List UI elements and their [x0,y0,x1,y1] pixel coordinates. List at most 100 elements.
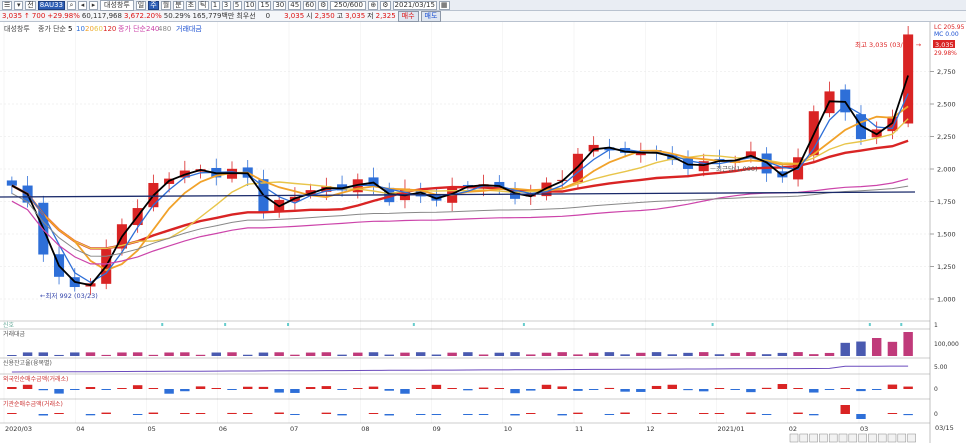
inst-panel-tick: 0 [934,411,938,418]
price-axis-label: 1,500 [937,231,956,239]
volume-bar [164,352,174,356]
sell-button[interactable]: 매도 [420,10,442,22]
interval-5-button[interactable]: 5 [232,0,242,10]
x-axis-label: 09 [433,425,441,433]
volume-bar [117,352,127,356]
legend-ma480: 480 [158,25,171,33]
up-arrow-icon: ↑ [24,11,30,20]
foreign-bar [101,389,111,390]
legend-ma20: 20 [85,25,94,33]
foreign-bar [871,389,882,390]
volume-bar [588,352,599,356]
interval-15-button[interactable]: 15 [258,0,272,10]
volume-bar [38,352,49,356]
reset-icon[interactable] [848,433,858,443]
inst-bar [38,414,49,416]
stock-code-input[interactable]: 8AU33 [37,0,66,10]
volume-bar [478,354,489,356]
inst-bar [604,414,615,415]
buy-button[interactable]: 매수 [397,10,419,22]
zoom-in-icon[interactable] [838,433,848,443]
foreign-bar [809,389,819,393]
inst-bar [54,413,64,414]
foreign-bar [117,388,127,389]
volume-bar [85,352,96,356]
period-tick-button[interactable]: 틱 [198,0,209,10]
prev-icon[interactable]: ◂ [78,0,88,10]
fit-icon[interactable] [858,433,867,443]
foreign-bar [636,389,646,392]
account-select[interactable]: 전 [25,0,36,10]
period-minute-button[interactable]: 분 [173,0,184,10]
volume-panel-tick: 100,000 [934,341,959,348]
stock-chart[interactable]: 대성창투 종가 단순 5 10 20 60 120 종가 단순 240 480 … [0,22,966,443]
period-second-button[interactable]: 초 [185,0,197,10]
inst-bar [699,413,709,414]
foreign-bar [667,384,677,389]
scroll-next-icon[interactable] [819,433,828,443]
volume-bar [604,352,615,356]
settings-icon[interactable]: ⚙ [318,0,329,10]
volume-bar [557,352,567,356]
foreign-bar [148,388,159,389]
volume-bar [180,352,190,356]
interval-60-button[interactable]: 60 [303,0,317,10]
high-label: 고 [336,11,344,20]
foreign-bar [887,384,898,389]
price-axis-label: 1,250 [937,263,956,271]
low-value: 2,325 [375,11,396,20]
expand-icon[interactable] [868,433,877,443]
refresh-icon[interactable] [907,433,916,443]
date-input[interactable]: 2021/03/15 [392,0,437,10]
chart-area[interactable]: 대성창투 종가 단순 5 10 20 60 120 종가 단순 240 480 … [0,22,966,443]
inst-bar [903,414,913,416]
foreign-bar [70,389,80,390]
chart-type-button[interactable]: ▾ [14,0,24,10]
zoom-icon[interactable]: ⊕ [368,0,379,10]
gear-icon[interactable]: ⚙ [380,0,391,10]
x-axis-label: 08 [361,425,369,433]
last-pct-label: 29.98% [934,50,957,57]
signal-panel-tick: 1 [934,322,938,329]
x-axis-label: 2020/03 [5,425,32,433]
plus-icon[interactable] [887,433,897,443]
signal-marker [522,323,525,326]
quote-bar: 3,035 ↑ 700 +29.98% 60,117,968 3,672.20%… [0,10,966,22]
signal-panel-label: 신호 [3,321,15,329]
interval-45-button[interactable]: 45 [288,0,302,10]
trade-value-pct: 3,672.20% [123,11,162,20]
interval-10-button[interactable]: 10 [243,0,257,10]
x-axis-label: 07 [290,425,298,433]
foreign-bar [588,389,599,390]
foreign-bar [243,386,253,389]
collapse-icon[interactable] [877,433,887,443]
search-icon[interactable]: ⌕ [67,0,77,10]
volume-bar [463,352,473,356]
interval-1-button[interactable]: 1 [210,0,220,10]
scroll-first-icon[interactable] [789,433,799,443]
open-value: 2,350 [314,11,335,20]
next-icon[interactable]: ▸ [89,0,99,10]
inst-bar [573,412,583,414]
zoom-out-icon[interactable] [828,433,838,443]
volume-bar [761,354,772,356]
scroll-prev-icon[interactable] [799,433,809,443]
interval-30-button[interactable]: 30 [273,0,287,10]
period-day-button[interactable]: 일 [135,0,147,10]
volume-bar [777,352,788,356]
minus-icon[interactable] [897,433,907,443]
menu-button[interactable]: ☰ [2,0,13,10]
volume-bar [494,352,505,356]
foreign-bar [384,389,394,391]
inst-bar [431,414,442,416]
calendar-icon[interactable]: ▦ [438,0,450,10]
volume-bar [667,354,677,356]
signal-marker [412,323,415,326]
period-month-button[interactable]: 월 [160,0,172,10]
volume-bar [195,354,206,356]
interval-3-button[interactable]: 3 [221,0,231,10]
period-week-button[interactable]: 주 [148,0,159,10]
volume-bar [321,352,332,356]
range-input[interactable]: 250/600 [330,0,367,10]
pause-icon[interactable] [809,433,818,443]
